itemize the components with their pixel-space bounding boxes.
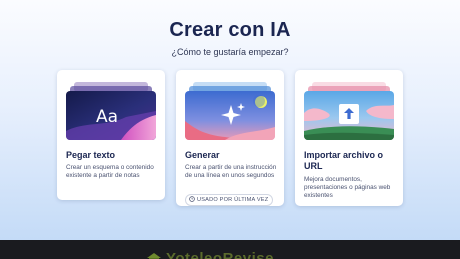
text-icon: Aa (66, 91, 156, 140)
last-used-badge: USADO POR ÚLTIMA VEZ (185, 194, 274, 206)
card-description: Crear un esquema o contenido existente a… (66, 164, 154, 180)
badge-label: USADO POR ÚLTIMA VEZ (197, 197, 269, 203)
card-title: Importar archivo o URL (304, 150, 384, 171)
logo-icon (146, 249, 162, 259)
card-description: Mejora documentos, presentaciones o pági… (304, 176, 391, 200)
card-title: Pegar texto (66, 150, 116, 160)
footer-banner: YoteleoRevise (0, 240, 460, 259)
paste-text-thumbnail: Aa (66, 80, 156, 140)
svg-text:Aa: Aa (96, 107, 118, 127)
card-description: Crear a partir de una instrucción de una… (185, 164, 277, 180)
paste-text-card[interactable]: Aa Pegar texto Crear un esquema o conten… (57, 70, 165, 200)
footer-brand-text: YoteleoRevise (166, 250, 274, 259)
page-subtitle: ¿Cómo te gustaría empezar? (171, 47, 289, 57)
generate-card[interactable]: Generar Crear a partir de una instrucció… (176, 70, 284, 206)
upload-icon (304, 91, 394, 140)
sparkle-icon (185, 91, 275, 140)
generate-thumbnail (185, 80, 275, 140)
clock-icon (189, 196, 195, 204)
page-title: Crear con IA (169, 19, 291, 41)
card-title: Generar (185, 150, 220, 160)
import-file-card[interactable]: Importar archivo o URL Mejora documentos… (295, 70, 403, 206)
import-thumbnail (304, 80, 394, 140)
